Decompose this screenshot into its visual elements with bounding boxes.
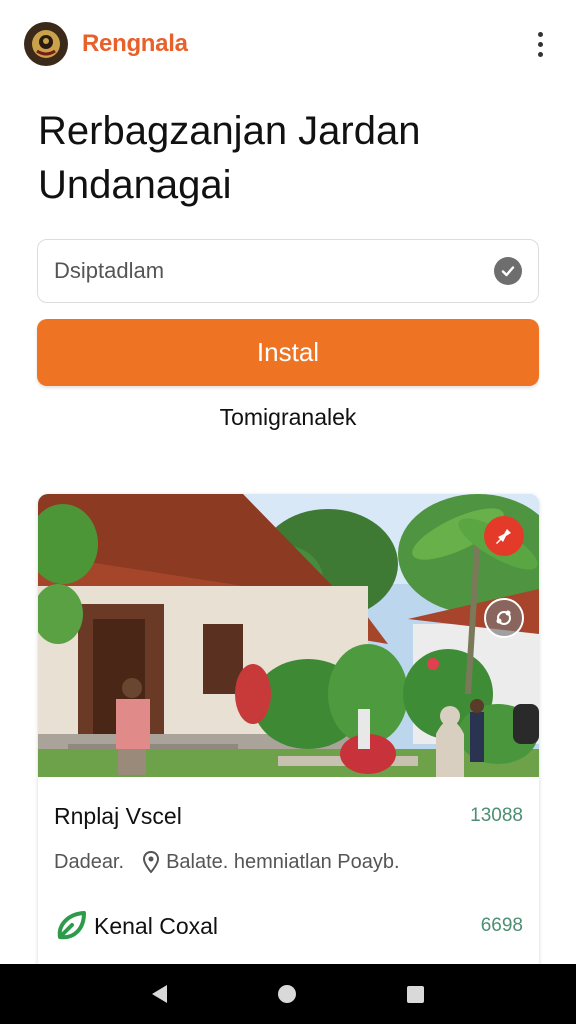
secondary-link[interactable]: Tomigranalek	[0, 404, 576, 431]
card-tag-count: 6698	[480, 915, 523, 936]
pin-icon[interactable]	[484, 516, 524, 556]
share-icon[interactable]	[484, 598, 524, 638]
app-brand: Rengnala	[82, 30, 188, 57]
leaf-icon	[57, 911, 86, 940]
card-meta-row: Dadear. Balate. hemniatlan Poayb.	[38, 846, 539, 878]
page-title: Rerbagzanjan Jardan Undanagai	[38, 109, 421, 207]
location-pin-icon	[143, 851, 160, 873]
system-nav-bar	[0, 964, 576, 1024]
place-card[interactable]: Rnplaj Vscel 13088 Dadear. Balate. hemni…	[38, 494, 539, 974]
card-title-row: Rnplaj Vscel 13088	[38, 799, 539, 833]
recents-icon[interactable]	[407, 985, 425, 1003]
card-meta-label: Dadear.	[54, 850, 125, 873]
card-count: 13088	[470, 805, 523, 826]
install-button[interactable]: Instal	[37, 319, 539, 386]
text-input-field[interactable]: Dsiptadlam	[37, 239, 539, 303]
card-tag-row[interactable]: Kenal Coxal 6698	[38, 908, 539, 944]
place-photo	[38, 494, 539, 777]
home-icon[interactable]	[277, 985, 296, 1003]
card-title: Rnplaj Vscel	[54, 802, 182, 829]
card-tag: Kenal Coxal	[94, 912, 219, 939]
main-content: Rerbagzanjan Jardan Undanagai Dsiptadlam…	[0, 88, 576, 974]
check-circle-icon	[494, 257, 522, 285]
back-icon[interactable]	[151, 985, 167, 1003]
more-vert-icon[interactable]	[528, 24, 552, 64]
input-value: Dsiptadlam	[54, 258, 165, 283]
app-logo	[24, 22, 68, 66]
app-bar: Rengnala	[0, 0, 576, 88]
card-location: Balate. hemniatlan Poayb.	[166, 850, 400, 873]
